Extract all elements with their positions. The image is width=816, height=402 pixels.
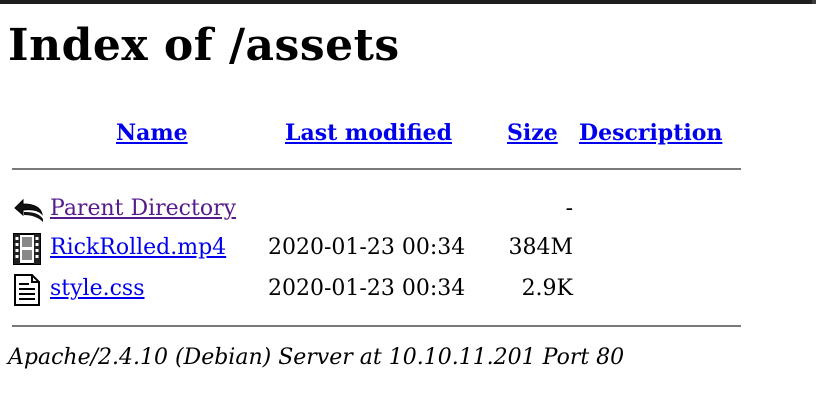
text-file-icon[interactable] [12, 274, 46, 306]
film-icon[interactable] [12, 233, 46, 265]
sort-by-name-link[interactable]: Name [116, 118, 188, 148]
file-link-rickrolled-mp4[interactable]: RickRolled.mp4 [50, 231, 226, 265]
window-top-border [0, 0, 816, 4]
size-cell: 2.9K [521, 276, 573, 301]
table-row: Parent Directory - [12, 192, 741, 226]
back-arrow-icon[interactable] [12, 194, 46, 224]
sort-by-last-modified-link[interactable]: Last modified [285, 118, 452, 148]
footer-divider [12, 325, 741, 327]
table-row: style.css 2020-01-23 00:34 2.9K [12, 272, 741, 306]
server-signature: Apache/2.4.10 (Debian) Server at 10.10.1… [8, 345, 625, 370]
last-modified-cell: 2020-01-23 00:34 [268, 235, 466, 260]
parent-directory-link[interactable]: Parent Directory [50, 192, 236, 226]
last-modified-cell: 2020-01-23 00:34 [268, 276, 466, 301]
size-cell: - [565, 196, 573, 221]
sort-by-size-link[interactable]: Size [507, 118, 558, 148]
header-divider [12, 168, 741, 170]
page-title: Index of /assets [8, 20, 400, 71]
file-link-style-css[interactable]: style.css [50, 272, 145, 306]
window-corner [812, 0, 816, 4]
size-cell: 384M [508, 235, 573, 260]
sort-by-description-link[interactable]: Description [579, 118, 722, 148]
table-row: RickRolled.mp4 2020-01-23 00:34 384M [12, 231, 741, 265]
